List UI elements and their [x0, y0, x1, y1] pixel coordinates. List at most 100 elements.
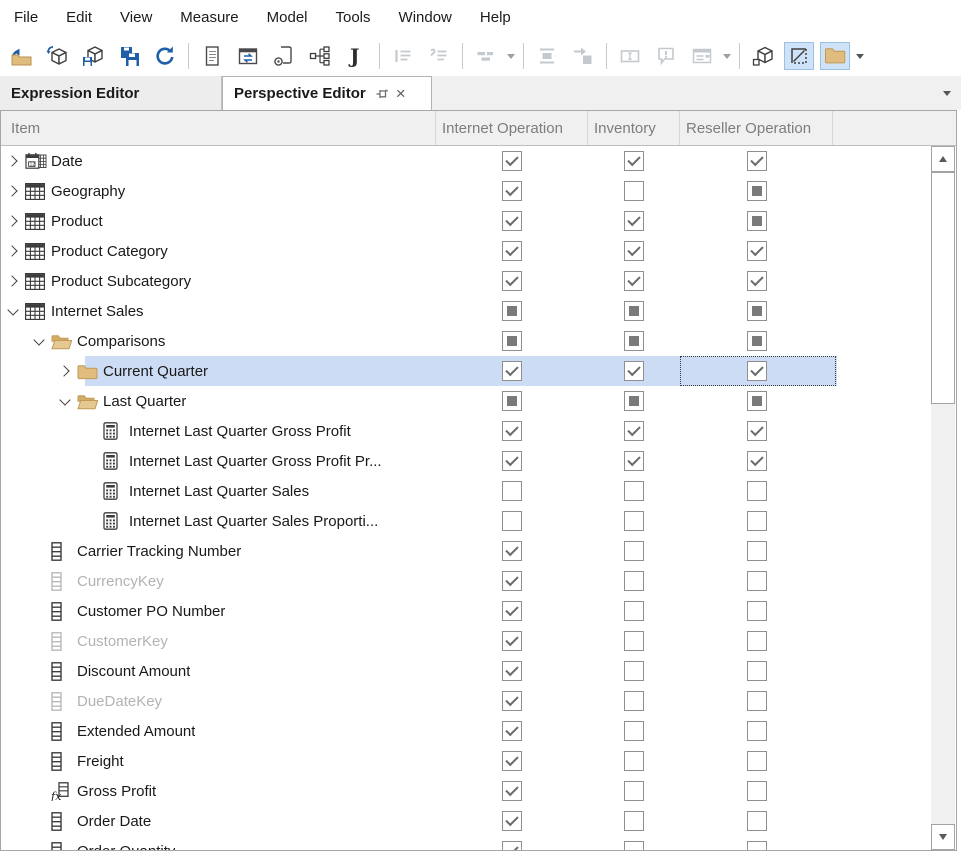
tree-item-label-cell[interactable]: DueDateKey — [1, 692, 436, 711]
tree-item-label-cell[interactable]: Internet Last Quarter Sales — [1, 482, 436, 500]
checkbox-internet-operation-checked[interactable] — [502, 571, 522, 591]
checkbox-reseller-operation-indeterminate[interactable] — [747, 391, 767, 411]
checkbox-inventory-unchecked[interactable] — [624, 511, 644, 531]
checkbox-internet-operation-checked[interactable] — [502, 181, 522, 201]
checkbox-internet-operation-checked[interactable] — [502, 691, 522, 711]
checkbox-inventory-checked[interactable] — [624, 211, 644, 231]
checkbox-reseller-operation-unchecked[interactable] — [747, 541, 767, 561]
checkbox-inventory-unchecked[interactable] — [624, 571, 644, 591]
checkbox-reseller-operation-unchecked[interactable] — [747, 751, 767, 771]
checkbox-reseller-operation-unchecked[interactable] — [747, 721, 767, 741]
tree-item-label-cell[interactable]: Last Quarter — [1, 393, 436, 410]
checkbox-reseller-operation-checked[interactable] — [747, 451, 767, 471]
checkbox-reseller-operation-unchecked[interactable] — [747, 601, 767, 621]
tab-list-dropdown[interactable] — [943, 76, 951, 110]
display-folders-button[interactable] — [820, 42, 850, 70]
expander-collapsed-icon[interactable] — [1, 187, 25, 195]
hierarchy-button[interactable] — [305, 42, 335, 70]
checkbox-reseller-operation-unchecked[interactable] — [747, 691, 767, 711]
checkbox-reseller-operation-checked[interactable] — [747, 151, 767, 171]
tab-expression-editor[interactable]: Expression Editor — [0, 76, 222, 110]
expander-collapsed-icon[interactable] — [1, 217, 25, 225]
new-page-button[interactable] — [269, 42, 299, 70]
menu-view[interactable]: View — [106, 0, 166, 36]
checkbox-inventory-unchecked[interactable] — [624, 631, 644, 651]
checkbox-internet-operation-checked[interactable] — [502, 781, 522, 801]
refresh-button[interactable] — [150, 42, 180, 70]
checkbox-internet-operation-checked[interactable] — [502, 151, 522, 171]
checkbox-inventory-unchecked[interactable] — [624, 181, 644, 201]
tree-item-label-cell[interactable]: Internet Sales — [1, 303, 436, 320]
checkbox-reseller-operation-unchecked[interactable] — [747, 811, 767, 831]
checkbox-internet-operation-indeterminate[interactable] — [502, 301, 522, 321]
tree-item-label-cell[interactable]: Internet Last Quarter Sales Proporti... — [1, 512, 436, 530]
expander-expanded-icon[interactable] — [53, 399, 77, 404]
tab-perspective-editor[interactable]: Perspective Editor× — [222, 76, 432, 110]
tree-item-label-cell[interactable]: Discount Amount — [1, 662, 436, 681]
checkbox-inventory-indeterminate[interactable] — [624, 331, 644, 351]
vertical-scrollbar[interactable] — [931, 146, 955, 850]
checkbox-inventory-unchecked[interactable] — [624, 661, 644, 681]
checkbox-reseller-operation-indeterminate[interactable] — [747, 331, 767, 351]
expander-expanded-icon[interactable] — [1, 309, 25, 314]
save-to-cube-button[interactable] — [78, 42, 108, 70]
menu-help[interactable]: Help — [466, 0, 525, 36]
scrollbar-thumb[interactable] — [931, 172, 955, 404]
checkbox-inventory-unchecked[interactable] — [624, 781, 644, 801]
checkbox-reseller-operation-unchecked[interactable] — [747, 661, 767, 681]
checkbox-inventory-unchecked[interactable] — [624, 751, 644, 771]
checkbox-inventory-indeterminate[interactable] — [624, 391, 644, 411]
tree-item-label-cell[interactable]: Freight — [1, 752, 436, 771]
checkbox-reseller-operation-indeterminate[interactable] — [747, 181, 767, 201]
checkbox-internet-operation-checked[interactable] — [502, 211, 522, 231]
expander-collapsed-icon[interactable] — [1, 277, 25, 285]
checkbox-inventory-checked[interactable] — [624, 451, 644, 471]
checkbox-inventory-checked[interactable] — [624, 241, 644, 261]
tree-item-label-cell[interactable]: Product Subcategory — [1, 273, 436, 290]
script-button[interactable]: J — [341, 42, 371, 70]
column-header-item[interactable]: Item — [1, 111, 436, 145]
checkbox-internet-operation-checked[interactable] — [502, 631, 522, 651]
checkbox-inventory-unchecked[interactable] — [624, 691, 644, 711]
checkbox-reseller-operation-unchecked[interactable] — [747, 571, 767, 591]
checkbox-inventory-unchecked[interactable] — [624, 721, 644, 741]
tree-item-label-cell[interactable]: CustomerKey — [1, 632, 436, 651]
checkbox-inventory-unchecked[interactable] — [624, 841, 644, 850]
tree-item-label-cell[interactable]: CurrencyKey — [1, 572, 436, 591]
checkbox-internet-operation-checked[interactable] — [502, 661, 522, 681]
checkbox-inventory-checked[interactable] — [624, 151, 644, 171]
menu-file[interactable]: File — [0, 0, 52, 36]
tree-item-label-cell[interactable]: Carrier Tracking Number — [1, 542, 436, 561]
tree-item-label-cell[interactable]: Comparisons — [1, 333, 436, 350]
tree-item-label-cell[interactable]: Internet Last Quarter Gross Profit Pr... — [1, 452, 436, 470]
pin-icon[interactable] — [375, 86, 390, 101]
checkbox-inventory-checked[interactable] — [624, 421, 644, 441]
new-document-button[interactable] — [197, 42, 227, 70]
checkbox-internet-operation-unchecked[interactable] — [502, 511, 522, 531]
checkbox-reseller-operation-indeterminate[interactable] — [747, 211, 767, 231]
checkbox-reseller-operation-checked[interactable] — [747, 241, 767, 261]
expander-expanded-icon[interactable] — [27, 339, 51, 344]
tree-item-label-cell[interactable]: Extended Amount — [1, 722, 436, 741]
checkbox-internet-operation-checked[interactable] — [502, 451, 522, 471]
checkbox-inventory-checked[interactable] — [624, 271, 644, 291]
scroll-up-button[interactable] — [931, 146, 955, 172]
checkbox-internet-operation-checked[interactable] — [502, 721, 522, 741]
checkbox-internet-operation-checked[interactable] — [502, 811, 522, 831]
tree-item-label-cell[interactable]: Order Quantity — [1, 842, 436, 851]
checkbox-reseller-operation-checked[interactable] — [747, 271, 767, 291]
tree-item-label-cell[interactable]: Internet Last Quarter Gross Profit — [1, 422, 436, 440]
checkbox-internet-operation-indeterminate[interactable] — [502, 331, 522, 351]
checkbox-reseller-operation-unchecked[interactable] — [747, 631, 767, 651]
save-all-button[interactable] — [114, 42, 144, 70]
checkbox-reseller-operation-unchecked[interactable] — [747, 481, 767, 501]
tree-item-label-cell[interactable]: fxGross Profit — [1, 782, 436, 801]
menu-model[interactable]: Model — [253, 0, 322, 36]
checkbox-internet-operation-checked[interactable] — [502, 841, 522, 850]
perspectives-button[interactable] — [748, 42, 778, 70]
tree-item-label-cell[interactable]: Order Date — [1, 812, 436, 831]
diagram-view-button[interactable] — [784, 42, 814, 70]
checkbox-internet-operation-checked[interactable] — [502, 541, 522, 561]
column-header-internet-operation[interactable]: Internet Operation — [436, 111, 588, 145]
tree-item-label-cell[interactable]: Geography — [1, 183, 436, 200]
